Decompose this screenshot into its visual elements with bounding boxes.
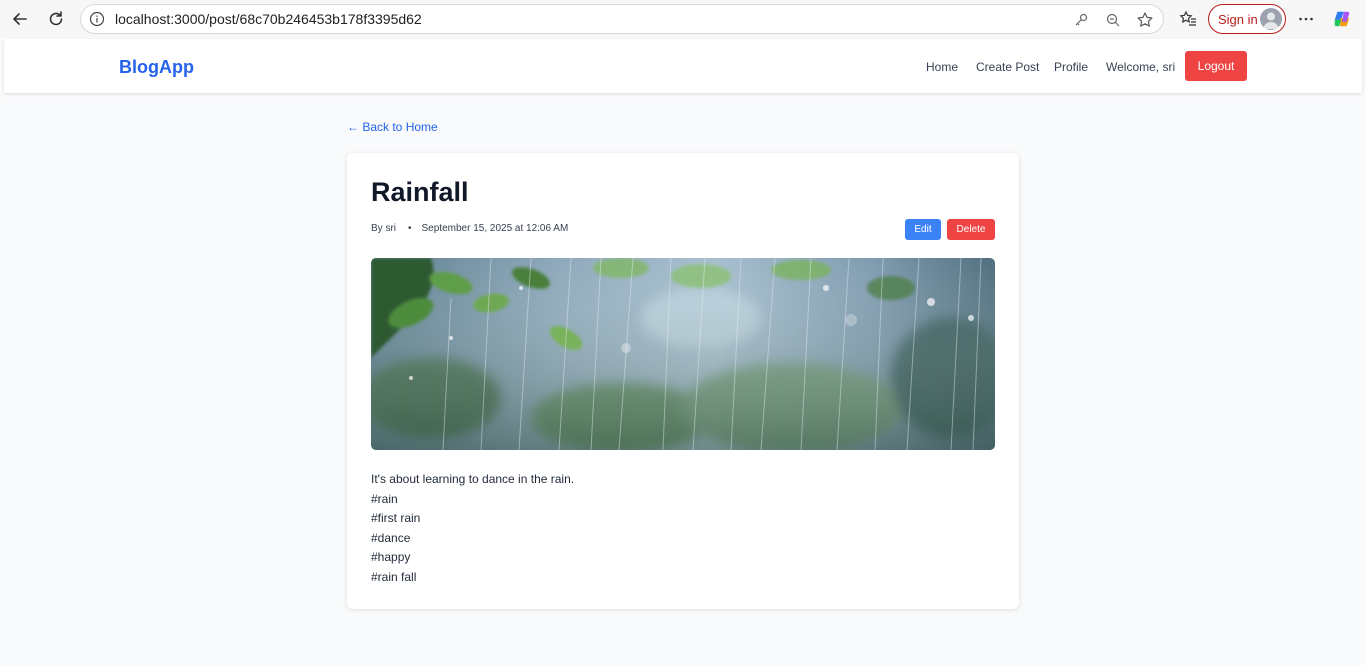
- delete-button[interactable]: Delete: [947, 219, 995, 240]
- post-body: It's about learning to dance in the rain…: [371, 470, 574, 587]
- meta-separator: •: [408, 223, 412, 234]
- post-meta: By sri • September 15, 2025 at 12:06 AM: [371, 223, 568, 234]
- profile-avatar-icon: [1260, 8, 1282, 30]
- reload-icon[interactable]: [42, 5, 70, 33]
- nav-profile-link[interactable]: Profile: [1054, 60, 1088, 74]
- info-icon[interactable]: [89, 11, 105, 32]
- address-bar[interactable]: localhost:3000/post/68c70b246453b178f339…: [80, 4, 1164, 34]
- post-tag: #rain: [371, 491, 398, 506]
- more-icon[interactable]: [1296, 9, 1316, 29]
- post-card: Rainfall By sri • September 15, 2025 at 12…: [347, 153, 1019, 609]
- post-date: September 15, 2025 at 12:06 AM: [421, 223, 569, 234]
- url-text[interactable]: localhost:3000/post/68c70b246453b178f339…: [115, 11, 422, 27]
- post-tag: #rain fall: [371, 569, 417, 584]
- sign-in-label: Sign in: [1218, 11, 1258, 27]
- star-icon[interactable]: [1135, 10, 1155, 30]
- back-to-home-link[interactable]: ← Back to Home: [347, 120, 438, 134]
- post-tag: #dance: [371, 530, 411, 545]
- favorites-icon[interactable]: [1178, 9, 1198, 29]
- edit-button[interactable]: Edit: [905, 219, 941, 240]
- post-tag: #first rain: [371, 511, 421, 525]
- post-title: Rainfall: [371, 177, 469, 207]
- welcome-text: Welcome, sri: [1106, 60, 1176, 74]
- zoom-out-icon[interactable]: [1103, 10, 1123, 30]
- logout-button[interactable]: Logout: [1185, 51, 1247, 81]
- post-image: [371, 258, 995, 450]
- brand-logo[interactable]: BlogApp: [119, 57, 194, 78]
- post-author: By sri: [371, 223, 396, 234]
- back-arrow-icon[interactable]: [6, 5, 34, 33]
- key-icon[interactable]: [1071, 10, 1091, 30]
- copilot-icon[interactable]: [1332, 9, 1352, 29]
- app-header: BlogApp Home Create Post Profile Welcome…: [4, 39, 1362, 93]
- nav-create-post-link[interactable]: Create Post: [976, 60, 1039, 74]
- post-tag: #happy: [371, 550, 411, 564]
- browser-toolbar: localhost:3000/post/68c70b246453b178f339…: [0, 0, 1366, 38]
- nav-home-link[interactable]: Home: [926, 60, 958, 74]
- sign-in-button[interactable]: Sign in: [1208, 4, 1286, 34]
- post-body-line: It's about learning to dance in the rain…: [371, 472, 575, 486]
